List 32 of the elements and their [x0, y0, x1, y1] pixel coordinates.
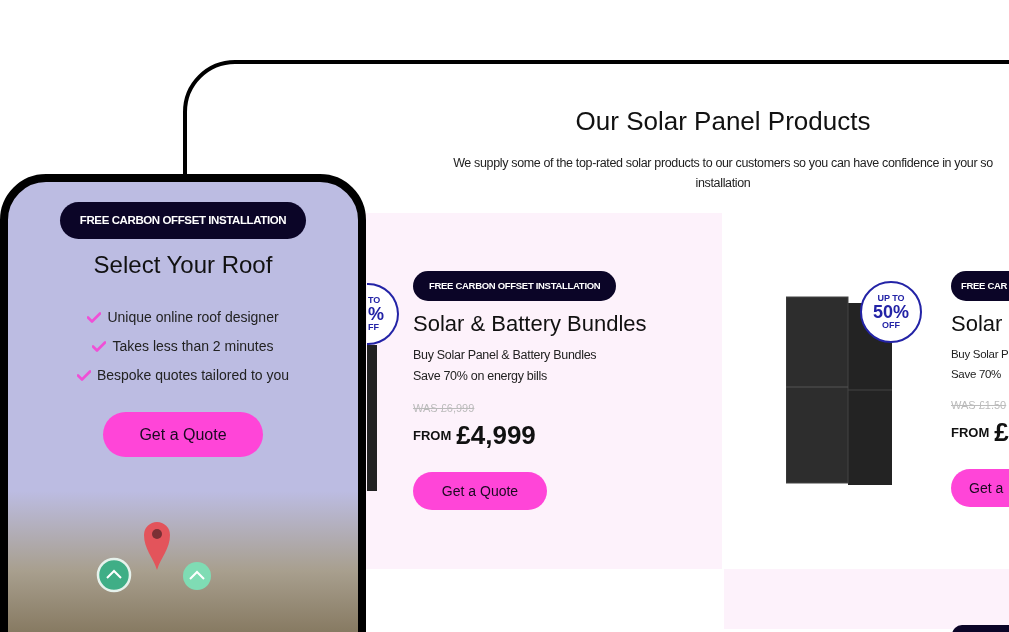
section-heading: Our Solar Panel Products [575, 105, 871, 138]
product-title: Solar [951, 310, 1003, 339]
section-subtitle: We supply some of the top-rated solar products to our customers so you can have confidence in your so installation [452, 155, 994, 192]
price: £ [994, 419, 1009, 446]
product-description: Buy Solar Panel & Battery Bundles [413, 347, 597, 365]
product-title: Solar & Battery Bundles [413, 310, 647, 339]
product-description: Save 70% on energy bills [413, 368, 547, 385]
old-price: WAS £1.50 [951, 397, 1007, 413]
check-icon [92, 341, 107, 353]
offer-tag: FREE CAR [951, 271, 1009, 302]
from-label: FROM [413, 426, 452, 445]
from-label: FROM [951, 423, 990, 442]
check-icon [76, 370, 91, 382]
feature-text: Unique online roof designer [107, 308, 279, 328]
price: £4,999 [456, 422, 536, 449]
quote-button[interactable]: Get a Quote [103, 412, 263, 458]
discount-badge: TO % FF [367, 283, 399, 345]
feature-text: Bespoke quotes tailored to you [96, 366, 290, 386]
roof-icon [96, 557, 132, 594]
quote-button[interactable]: Get a [951, 469, 1009, 508]
phone-heading: Select Your Roof [93, 250, 273, 281]
map-pin-icon [142, 519, 172, 572]
check-icon [87, 312, 102, 324]
feature-text: Takes less than 2 minutes [112, 337, 274, 357]
offer-tag: FREE CARBON OFFSET INSTALLATION [59, 202, 307, 240]
roof-icon [182, 561, 212, 592]
old-price: WAS £6,999 [413, 400, 475, 416]
product-description: Save 70% [951, 366, 1002, 382]
quote-button[interactable]: Get a Quote [413, 472, 547, 511]
product-description: Buy Solar P [951, 347, 1009, 363]
discount-badge: UP TO 50% OFF [860, 281, 922, 343]
offer-tag: FREE CARBON OFFSET INSTALLATION [413, 271, 617, 302]
